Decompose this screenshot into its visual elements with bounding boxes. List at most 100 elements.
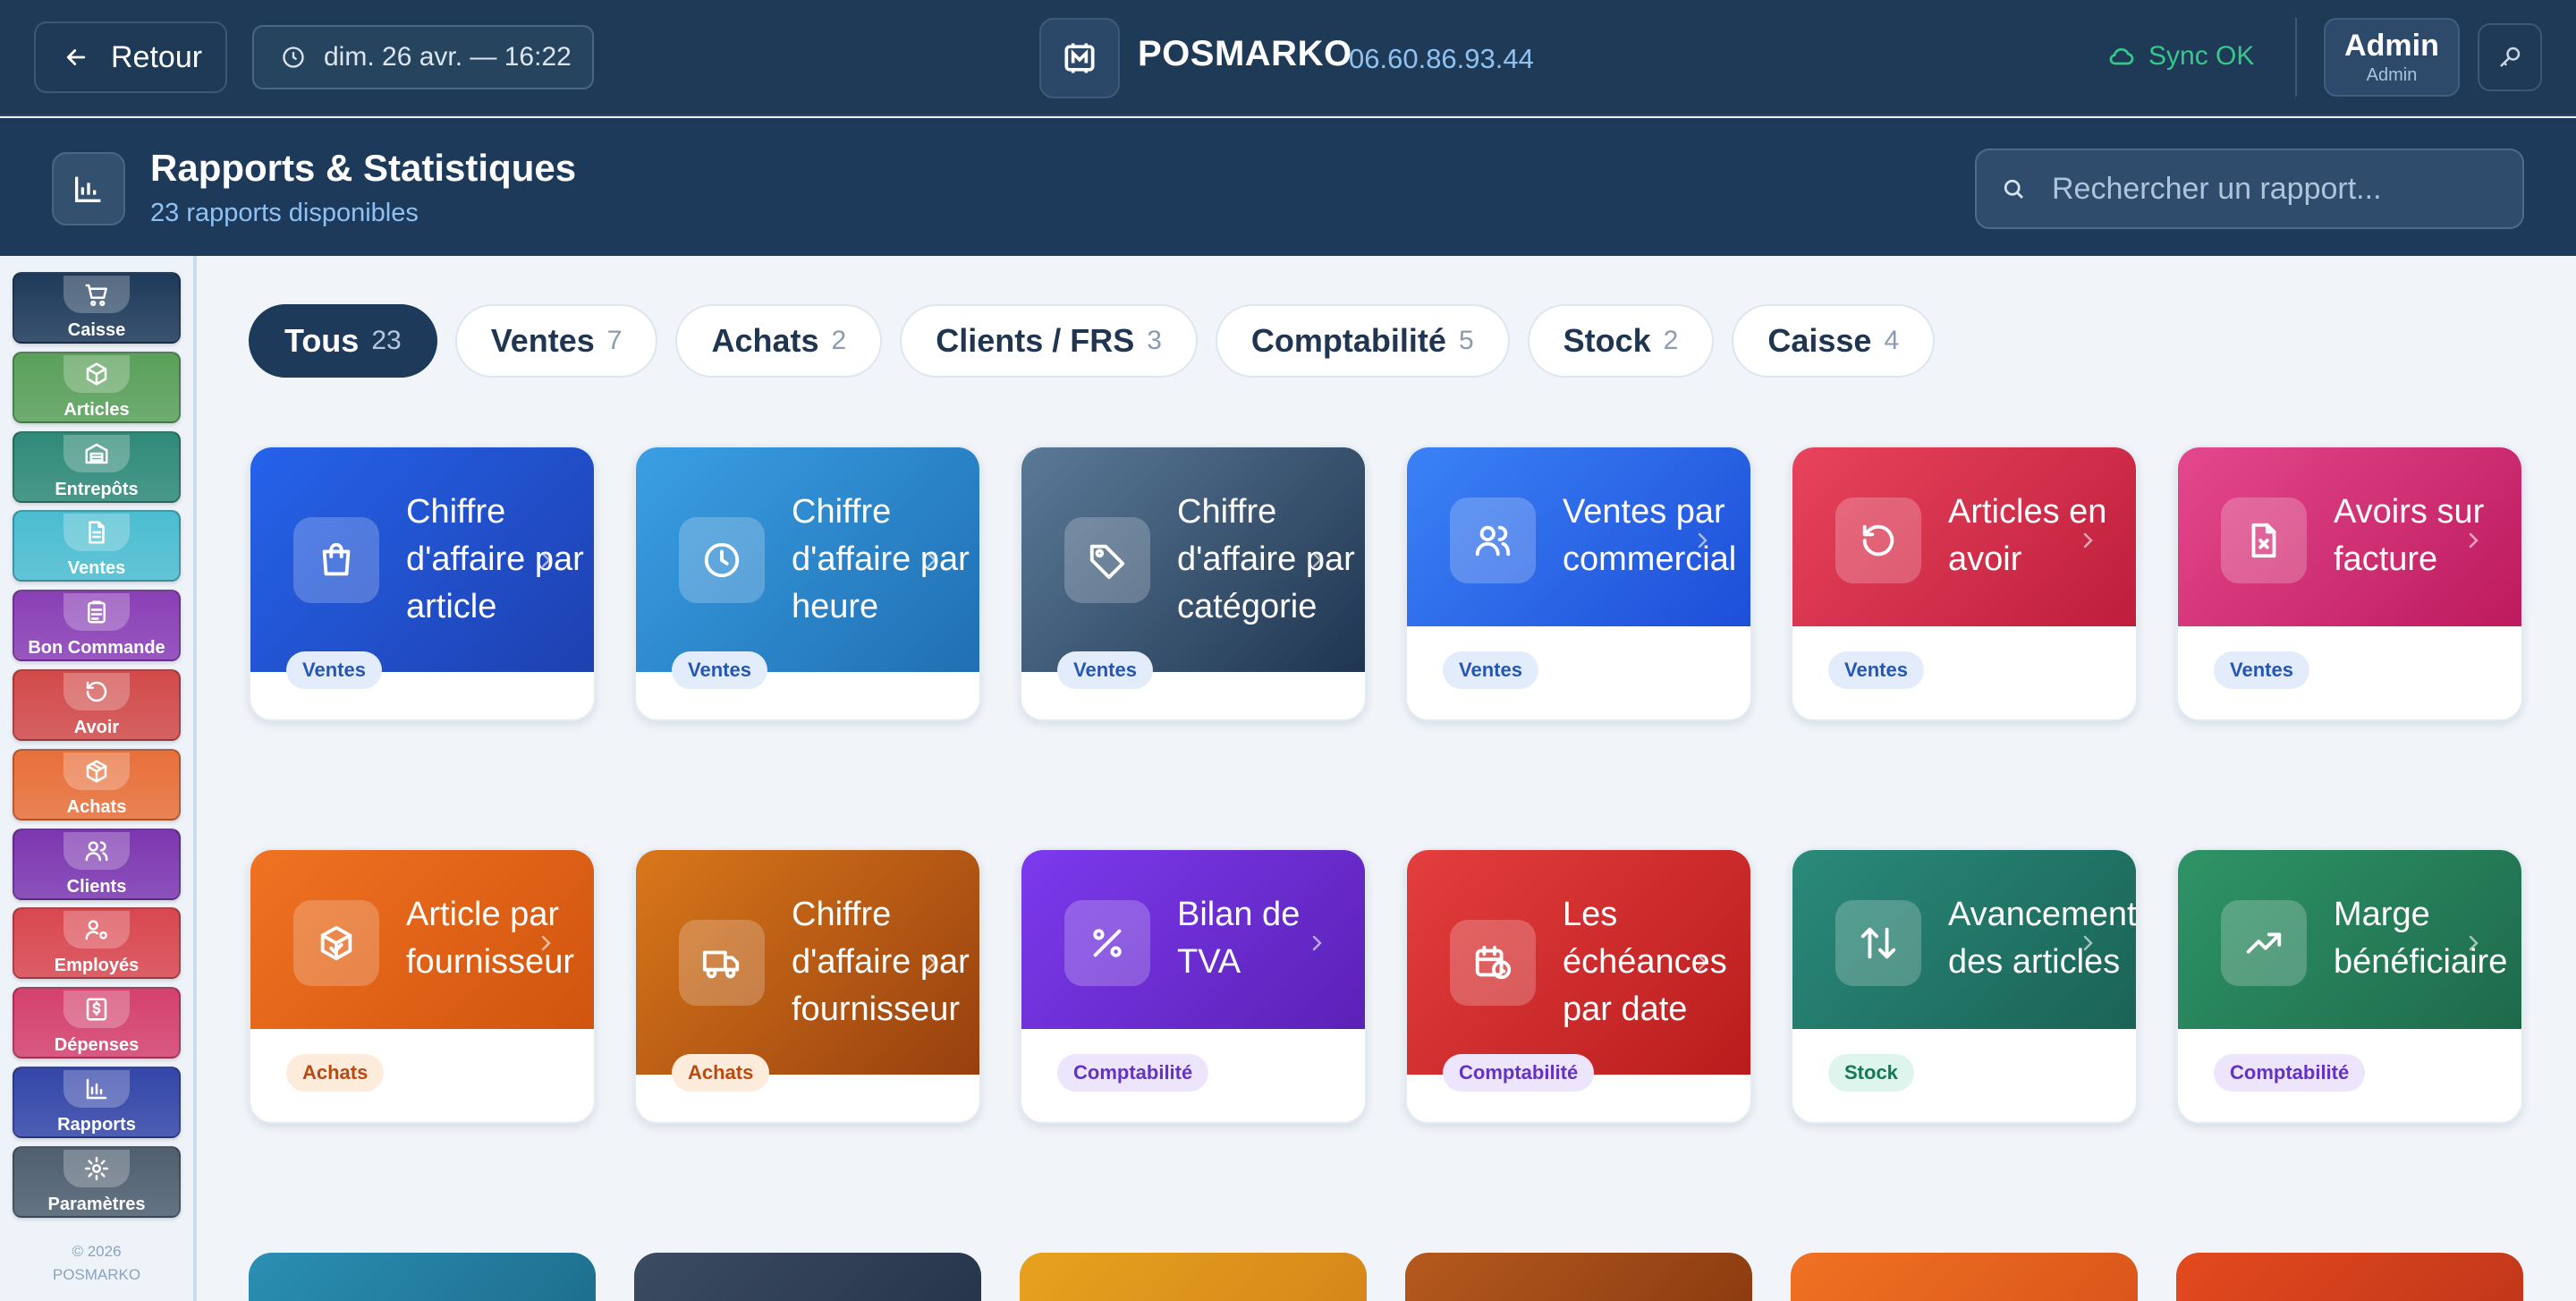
report-card-icon: [293, 900, 379, 986]
tab-comptabilité[interactable]: Comptabilité 5: [1215, 304, 1510, 378]
search-box: [1975, 149, 2524, 229]
sidebar-item-rapports[interactable]: Rapports: [13, 1067, 181, 1138]
report-card[interactable]: Chiffre d'affaire par article Ventes: [249, 446, 596, 721]
report-card-icon: [679, 517, 765, 603]
tab-caisse[interactable]: Caisse 4: [1732, 304, 1936, 378]
sync-label: Sync OK: [2148, 41, 2255, 71]
chevron-right-icon: [2462, 530, 2484, 551]
cart-icon: [85, 284, 107, 307]
back-button[interactable]: Retour: [34, 21, 227, 93]
tab-tous[interactable]: Tous 23: [249, 304, 437, 378]
report-card-icon: [1064, 900, 1150, 986]
report-card[interactable]: Les échéances par date Comptabilité: [1405, 848, 1752, 1124]
report-card-partial[interactable]: [1405, 1253, 1752, 1301]
sidebar-item-label: Caisse: [67, 320, 126, 340]
sidebar-icon-wrap: [64, 831, 130, 870]
category-badge: Ventes: [1057, 651, 1153, 689]
tab-ventes[interactable]: Ventes 7: [454, 304, 658, 378]
sidebar-item-avoir[interactable]: Avoir: [13, 669, 181, 741]
tab-clients-frs[interactable]: Clients / FRS 3: [900, 304, 1198, 378]
sidebar-item-label: Articles: [64, 399, 130, 420]
tab-stock[interactable]: Stock 2: [1527, 304, 1715, 378]
chevron-right-icon: [1691, 530, 1713, 551]
key-button[interactable]: [2478, 23, 2542, 91]
tab-count: 7: [606, 326, 623, 355]
category-badge: Ventes: [286, 651, 382, 689]
report-card[interactable]: Article par fournisseur Achats: [249, 848, 596, 1124]
report-card[interactable]: Articles en avoir Ventes: [1791, 446, 2138, 721]
user-role: Admin: [2366, 65, 2418, 85]
sidebar-item-paramètres[interactable]: Paramètres: [13, 1145, 181, 1218]
undo-icon: [86, 681, 107, 702]
tab-count: 5: [1458, 326, 1474, 355]
category-badge: Ventes: [1443, 651, 1538, 689]
sidebar-item-caisse[interactable]: Caisse: [13, 272, 181, 344]
report-card[interactable]: Chiffre d'affaire par heure Ventes: [634, 446, 981, 721]
brand-logo: [1039, 18, 1120, 98]
report-card-header: Avoirs sur facture: [2178, 447, 2521, 626]
report-card[interactable]: Marge bénéficiaire Comptabilité: [2176, 848, 2523, 1124]
package-icon: [86, 760, 107, 783]
report-card-icon: [293, 517, 379, 603]
report-card[interactable]: Avancement des articles Stock: [1791, 848, 2138, 1124]
sidebar-item-achats[interactable]: Achats: [13, 748, 181, 821]
report-card-header: Chiffre d'affaire par article: [250, 447, 594, 672]
sidebar-icon-wrap: [64, 276, 130, 313]
clock-icon: [704, 542, 740, 578]
datetime-display: dim. 26 avr. — 16:22: [252, 25, 594, 89]
report-card[interactable]: Chiffre d'affaire par catégorie Ventes: [1020, 446, 1367, 721]
users-icon: [1475, 525, 1511, 557]
report-card[interactable]: Chiffre d'affaire par fournisseur Achats: [634, 848, 981, 1124]
report-card-icon: [1450, 497, 1536, 583]
sidebar-icon-wrap: [64, 911, 130, 949]
report-card[interactable]: Avoirs sur facture Ventes: [2176, 446, 2523, 721]
sidebar-item-label: Rapports: [57, 1115, 136, 1135]
report-card-partial[interactable]: [249, 1253, 596, 1301]
sidebar-item-articles[interactable]: Articles: [13, 351, 181, 423]
page-header: Rapports & Statistiques 23 rapports disp…: [0, 118, 2576, 256]
sidebar-item-label: Avoir: [73, 718, 120, 737]
back-label: Retour: [111, 39, 203, 74]
report-card-icon: [1450, 920, 1536, 1006]
search-icon: [2004, 179, 2023, 199]
sidebar-item-label: Employés: [54, 956, 140, 976]
tab-count: 2: [831, 326, 847, 355]
report-card-partial[interactable]: [1791, 1253, 2138, 1301]
sidebar: Caisse Articles Entrepôts Ventes Bon Command…: [0, 256, 197, 1301]
report-card[interactable]: Bilan de TVA Comptabilité: [1020, 848, 1367, 1124]
truck-icon: [702, 950, 740, 979]
search-input[interactable]: [2052, 171, 2517, 207]
report-card-partial[interactable]: [2176, 1253, 2523, 1301]
bar-chart-icon: [75, 176, 101, 202]
report-card-partial[interactable]: [1020, 1253, 1367, 1301]
report-card-title: Chiffre d'affaire par article: [406, 493, 584, 625]
sidebar-item-ventes[interactable]: Ventes: [13, 510, 181, 582]
category-badge: Comptabilité: [1443, 1054, 1595, 1092]
undo-icon: [1862, 524, 1894, 557]
sidebar-item-employés[interactable]: Employés: [13, 907, 181, 980]
tab-label: Tous: [284, 322, 360, 359]
user-name: Admin: [2344, 29, 2439, 63]
report-card-partial[interactable]: [634, 1253, 981, 1301]
copyright-brand: POSMARKO: [52, 1266, 141, 1283]
report-card[interactable]: Ventes par commercial Ventes: [1405, 446, 1752, 721]
package-check-icon: [320, 925, 352, 961]
report-card-header: Avancement des articles: [1792, 850, 2136, 1029]
user-cog-icon: [85, 920, 107, 940]
report-card-header: Les échéances par date: [1407, 850, 1750, 1075]
sidebar-item-entrepôts[interactable]: Entrepôts: [13, 430, 181, 503]
report-card-header: Bilan de TVA: [1021, 850, 1365, 1029]
sidebar-icon-wrap: [64, 991, 130, 1029]
chevron-right-icon: [920, 549, 942, 571]
sidebar-item-clients[interactable]: Clients: [13, 828, 181, 900]
tab-label: Stock: [1563, 322, 1651, 359]
sidebar-item-dépenses[interactable]: Dépenses: [13, 987, 181, 1059]
user-menu[interactable]: Admin Admin: [2324, 18, 2460, 97]
tab-achats[interactable]: Achats 2: [675, 304, 883, 378]
sidebar-item-bon-commande[interactable]: Bon Commande: [13, 590, 181, 662]
chevron-right-icon: [2077, 932, 2098, 954]
tab-label: Clients / FRS: [936, 322, 1135, 359]
category-badge: Achats: [286, 1054, 385, 1092]
report-card-header: Articles en avoir: [1792, 447, 2136, 626]
percent-icon: [1093, 929, 1122, 957]
